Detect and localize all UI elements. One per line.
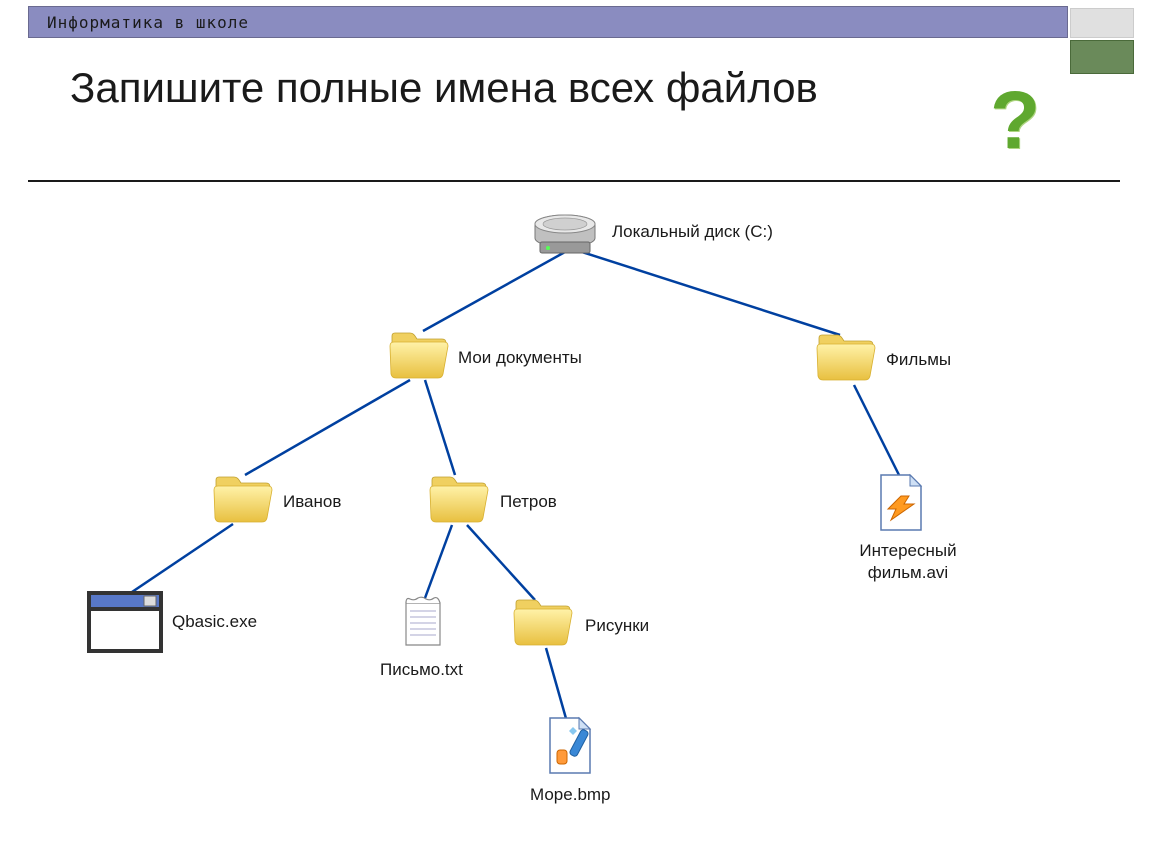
folder-icon bbox=[388, 328, 450, 387]
video-file-icon bbox=[876, 472, 926, 539]
folder-icon bbox=[815, 330, 877, 389]
hard-disk-icon bbox=[530, 212, 600, 263]
text-file-icon bbox=[400, 593, 448, 656]
header-bar: Информатика в школе bbox=[28, 6, 1068, 38]
header-text: Информатика в школе bbox=[47, 13, 249, 32]
folder-icon bbox=[428, 472, 490, 531]
question-mark-icon: ? bbox=[990, 74, 1040, 168]
file-tree-diagram: Локальный диск (С:) Мои документы Фильмы… bbox=[0, 200, 1150, 860]
application-icon bbox=[86, 590, 164, 659]
slide-title: Запишите полные имена всех файлов bbox=[70, 62, 970, 115]
title-text: Запишите полные имена всех файлов bbox=[70, 62, 970, 115]
decor-block-top bbox=[1070, 8, 1134, 38]
bitmap-file-icon bbox=[545, 715, 595, 782]
title-underline bbox=[28, 180, 1120, 182]
folder-icon bbox=[512, 595, 574, 654]
folder-icon bbox=[212, 472, 274, 531]
decor-block-green bbox=[1070, 40, 1134, 74]
